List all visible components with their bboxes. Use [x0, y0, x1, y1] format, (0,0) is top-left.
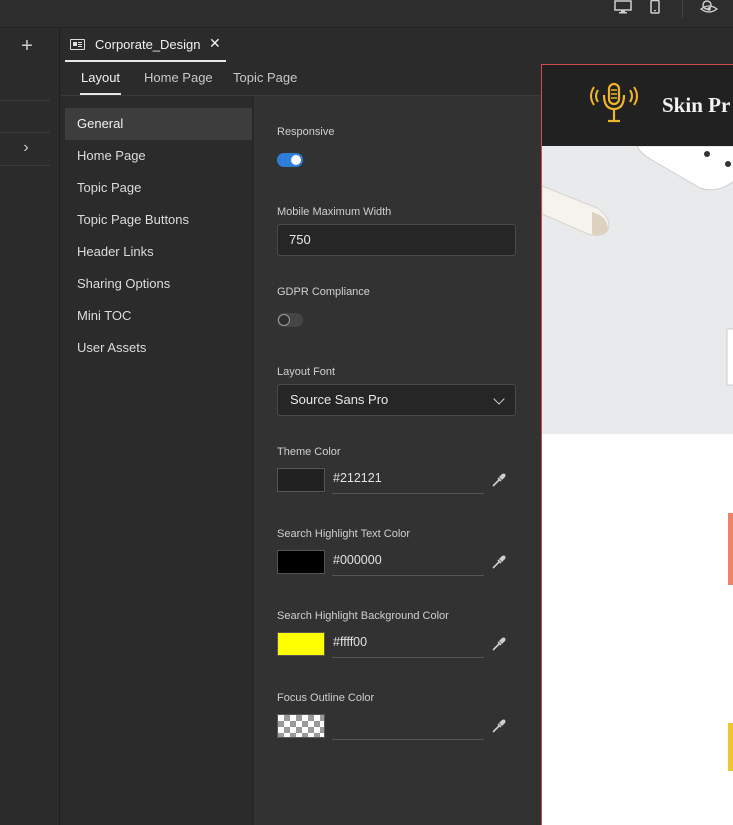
- desktop-icon[interactable]: [614, 0, 632, 14]
- theme-color-input[interactable]: #212121: [332, 468, 484, 494]
- rail-divider: [0, 132, 50, 133]
- theme-color-label: Theme Color: [277, 446, 341, 458]
- settings-nav: General Home Page Topic Page Topic Page …: [61, 96, 253, 825]
- microphone-logo-icon: [590, 82, 638, 123]
- preview-icon[interactable]: [700, 0, 718, 14]
- focus-outline-color-input[interactable]: [332, 714, 484, 740]
- general-settings-form: Responsive Mobile Maximum Width 750 GDPR…: [254, 96, 541, 825]
- document-tab-bar: Corporate_Design ✕: [61, 28, 733, 62]
- nav-item-sharing-options[interactable]: Sharing Options: [65, 268, 252, 300]
- chevron-right-icon[interactable]: ›: [18, 140, 34, 156]
- gdpr-toggle[interactable]: [277, 313, 303, 327]
- preview-title: Skin Pr: [662, 93, 731, 117]
- responsive-toggle[interactable]: [277, 153, 303, 167]
- search-highlight-bg-color-input[interactable]: #ffff00: [332, 632, 484, 658]
- skin-preview: Skin Pr: [541, 64, 733, 825]
- rail-divider: [0, 165, 50, 166]
- tab-topic-page[interactable]: Topic Page: [233, 70, 297, 85]
- mobile-max-width-input[interactable]: 750: [277, 224, 516, 256]
- nav-item-mini-toc[interactable]: Mini TOC: [65, 300, 252, 332]
- focus-outline-color-label: Focus Outline Color: [277, 692, 375, 704]
- toggle-knob: [291, 155, 301, 165]
- chevron-down-icon: [493, 393, 505, 405]
- eyedropper-icon[interactable]: [491, 636, 507, 652]
- toggle-knob: [278, 314, 290, 326]
- responsive-label: Responsive: [277, 126, 335, 138]
- rail-divider: [0, 100, 50, 101]
- layout-font-select[interactable]: Source Sans Pro: [277, 384, 516, 416]
- nav-item-topic-page-buttons[interactable]: Topic Page Buttons: [65, 204, 252, 236]
- nav-item-home-page[interactable]: Home Page: [65, 140, 252, 172]
- preview-header: Skin Pr: [542, 65, 733, 146]
- plus-icon[interactable]: +: [18, 36, 36, 56]
- close-icon[interactable]: ✕: [209, 35, 221, 52]
- preview-yellow-block: [728, 723, 733, 771]
- search-highlight-text-color-swatch[interactable]: [277, 550, 325, 574]
- layout-font-value: Source Sans Pro: [290, 392, 389, 407]
- eyedropper-icon[interactable]: [491, 718, 507, 734]
- layout-font-label: Layout Font: [277, 366, 336, 378]
- preview-orange-block: [728, 513, 733, 585]
- search-highlight-text-color-label: Search Highlight Text Color: [277, 528, 411, 540]
- document-icon: [70, 39, 85, 50]
- document-tab[interactable]: Corporate_Design ✕: [65, 28, 226, 62]
- active-tab-indicator: [80, 93, 121, 95]
- focus-outline-color-swatch[interactable]: [277, 714, 325, 738]
- search-highlight-bg-color-label: Search Highlight Background Color: [277, 610, 449, 622]
- eyedropper-icon[interactable]: [491, 554, 507, 570]
- nav-item-topic-page[interactable]: Topic Page: [65, 172, 252, 204]
- theme-color-swatch[interactable]: [277, 468, 325, 492]
- nav-item-general[interactable]: General: [65, 108, 252, 140]
- left-rail: + ›: [0, 28, 60, 825]
- top-toolbar: [0, 0, 733, 28]
- preview-hero-image: [542, 146, 733, 434]
- tab-home-page[interactable]: Home Page: [144, 70, 213, 85]
- gdpr-label: GDPR Compliance: [277, 286, 370, 298]
- search-highlight-text-color-input[interactable]: #000000: [332, 550, 484, 576]
- nav-item-user-assets[interactable]: User Assets: [65, 332, 252, 364]
- tab-layout[interactable]: Layout: [81, 70, 120, 85]
- mobile-icon[interactable]: [649, 0, 661, 14]
- document-tab-label: Corporate_Design: [95, 37, 201, 52]
- mobile-max-width-label: Mobile Maximum Width: [277, 206, 392, 218]
- settings-tab-bar: Layout Home Page Topic Page: [61, 62, 541, 96]
- search-highlight-bg-color-swatch[interactable]: [277, 632, 325, 656]
- nav-item-header-links[interactable]: Header Links: [65, 236, 252, 268]
- hero-desk-image: [542, 146, 733, 386]
- toolbar-separator: [682, 0, 683, 18]
- eyedropper-icon[interactable]: [491, 472, 507, 488]
